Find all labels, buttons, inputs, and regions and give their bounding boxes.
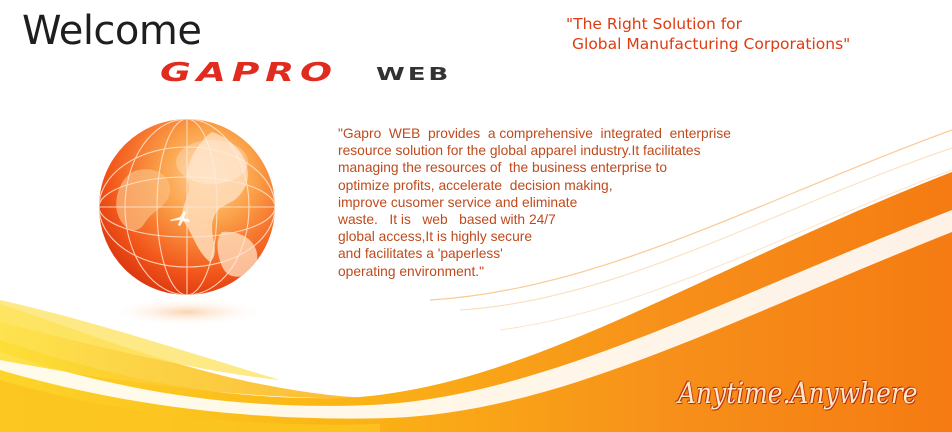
description-line: resource solution for the global apparel… — [338, 143, 701, 159]
brand-primary: GAPRO — [160, 58, 338, 88]
description-line: and facilitates a 'paperless' — [338, 246, 503, 262]
description-line: "Gapro WEB provides a comprehensive inte… — [338, 126, 731, 141]
description-line: managing the resources of the business e… — [338, 160, 668, 176]
description-line: improve cusomer service and eliminate — [338, 194, 578, 210]
description-line: optimize profits, accelerate decision ma… — [338, 177, 613, 193]
tagline-line-2: Global Manufacturing Corporations" — [572, 35, 851, 53]
welcome-heading: Welcome — [22, 8, 202, 54]
tagline-line-1: "The Right Solution for — [566, 15, 743, 33]
tagline: "The Right Solution for Global Manufactu… — [566, 14, 946, 54]
globe-icon — [99, 119, 275, 326]
motto-text: Anytime.Anywhere — [678, 376, 918, 410]
description-line: waste. It is web based with 24/7 — [338, 212, 556, 228]
description-paragraph: "Gapro WEB provides a comprehensive inte… — [338, 125, 778, 280]
brand-secondary: WEB — [376, 64, 452, 85]
description-line: operating environment." — [338, 263, 485, 279]
description-line: global access,It is highly secure — [338, 229, 533, 245]
